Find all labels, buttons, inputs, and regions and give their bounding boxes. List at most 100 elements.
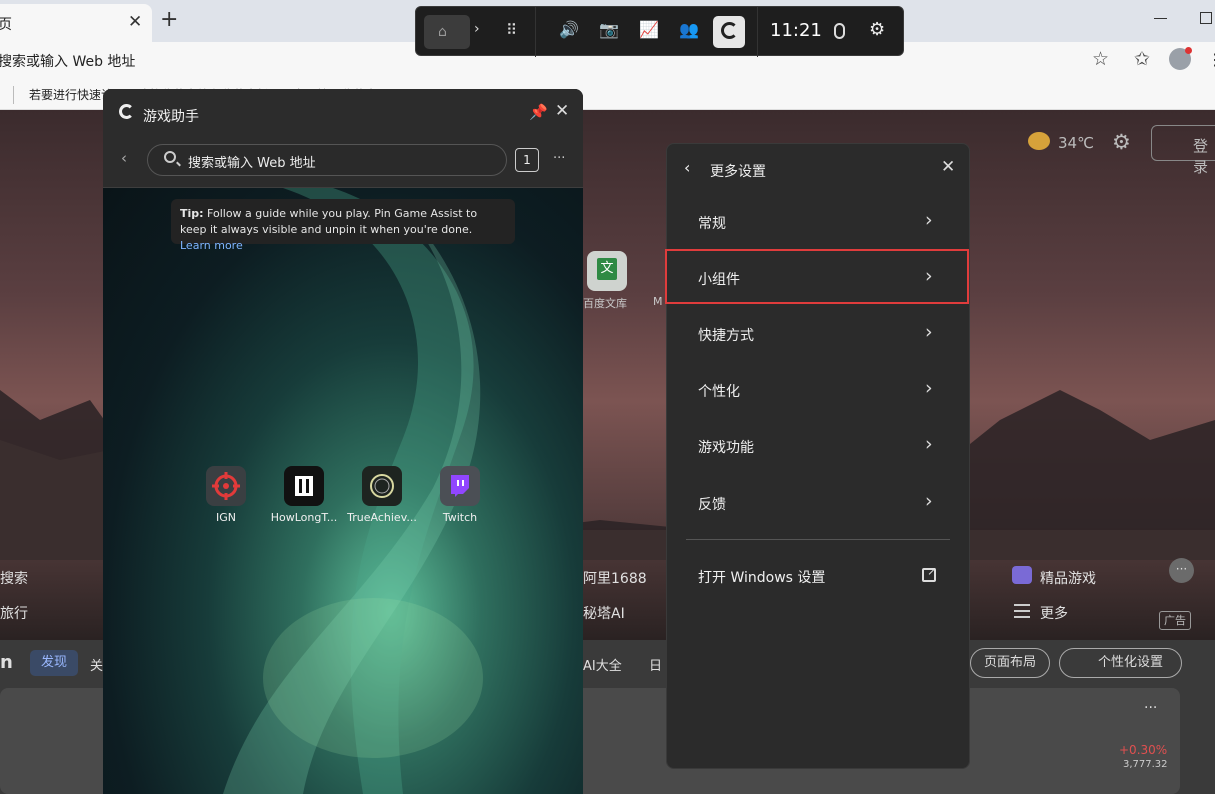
mouse-icon[interactable] (834, 23, 845, 39)
quick-link-meta-ai[interactable]: 秘塔AI (583, 603, 625, 623)
gamepad-icon (1012, 566, 1032, 584)
chevron-right-icon: › (925, 433, 933, 455)
weather-temperature[interactable]: 34℃ (1058, 134, 1094, 152)
camera-icon[interactable]: 📷 (599, 20, 619, 39)
home-widget-button[interactable]: ⌂ (424, 15, 470, 49)
settings-item-general[interactable]: 常规 › (667, 196, 971, 250)
open-windows-settings-label: 打开 Windows 设置 (698, 570, 826, 586)
settings-title: 更多设置 (710, 164, 766, 180)
settings-item-label: 快捷方式 (698, 328, 754, 344)
wenku-icon: 文 (597, 258, 617, 280)
star-icon[interactable]: ☆ (1092, 48, 1109, 70)
tip-label: Tip: (180, 207, 204, 220)
site-tile-twitch[interactable]: Twitch (422, 466, 498, 524)
divider (686, 539, 950, 540)
external-link-icon (922, 564, 937, 582)
page-settings-icon[interactable]: ⚙ (1112, 130, 1131, 154)
ad-badge: 广告 (1159, 611, 1191, 630)
edge-icon (721, 22, 738, 39)
settings-item-label: 反馈 (698, 497, 726, 513)
stock-more-icon[interactable]: ··· (1144, 700, 1157, 716)
close-icon[interactable]: ✕ (555, 101, 569, 121)
clock: 11:21 (770, 20, 822, 41)
login-label: 登录 (1193, 137, 1209, 176)
site-label: TrueAchiev... (347, 511, 417, 524)
quick-link-more[interactable]: 更多 (1040, 603, 1068, 623)
settings-item-feedback[interactable]: 反馈 › (667, 477, 971, 531)
quick-link-1688[interactable]: 阿里1688 (583, 568, 647, 588)
performance-icon[interactable]: 📈 (639, 20, 659, 39)
site-label: HowLongT... (270, 511, 338, 524)
quick-links-more-icon[interactable]: ··· (1169, 558, 1194, 583)
tab-count-button[interactable]: 1 (515, 148, 539, 172)
divider (535, 7, 536, 57)
chevron-right-icon: › (925, 377, 933, 399)
social-icon[interactable]: 👥 (679, 20, 699, 39)
search-icon (164, 151, 176, 163)
more-settings-panel: ‹ 更多设置 ✕ 常规 › 小组件 › 快捷方式 › 个性化 › 游戏功能 › … (665, 143, 971, 769)
maximize-button[interactable] (1200, 12, 1212, 24)
settings-gear-icon[interactable]: ⚙ (869, 19, 885, 40)
settings-item-gaming-features[interactable]: 游戏功能 › (667, 420, 971, 474)
weather-icon[interactable] (1028, 132, 1050, 150)
assist-header: 游戏助手 📌 ✕ ‹ 搜索或输入 Web 地址 1 ··· (103, 89, 583, 188)
settings-item-label: 个性化 (698, 384, 740, 400)
site-tile-howlongtobeat[interactable]: HowLongT... (266, 466, 342, 524)
tab-follow[interactable]: 关 (90, 655, 103, 674)
notification-dot (1185, 47, 1192, 54)
wallpaper-wave (223, 188, 483, 794)
divider (13, 86, 14, 104)
ign-icon (206, 466, 246, 506)
site-label: Twitch (442, 511, 478, 524)
site-tile-ign[interactable]: IGN (188, 466, 264, 524)
home-icon: ⌂ (438, 24, 447, 40)
quick-link-search[interactable]: 搜索 (0, 568, 28, 588)
twitch-icon (440, 466, 480, 506)
trueachievements-icon (362, 466, 402, 506)
browser-tab[interactable]: 页 ✕ (0, 4, 152, 42)
search-input[interactable]: 搜索或输入 Web 地址 (147, 144, 507, 176)
tip-text: Follow a guide while you play. Pin Game … (180, 207, 478, 236)
widget-menu-icon[interactable]: ⠿ (506, 21, 517, 39)
quick-link-travel[interactable]: 旅行 (0, 603, 28, 623)
learn-more-link[interactable]: Learn more (180, 239, 243, 252)
m-label: M (653, 295, 663, 308)
search-placeholder: 搜索或输入 Web 地址 (188, 156, 316, 171)
volume-icon[interactable]: 🔊 (559, 20, 579, 39)
chevron-right-icon: › (925, 321, 933, 343)
tab-daily[interactable]: 日 (649, 655, 662, 674)
settings-item-label: 游戏功能 (698, 440, 754, 456)
back-icon[interactable]: ‹ (684, 158, 690, 177)
settings-item-label: 常规 (698, 216, 726, 232)
chevron-right-icon: › (925, 209, 933, 231)
pin-icon[interactable]: 📌 (529, 103, 548, 121)
howlongtobeat-icon (284, 466, 324, 506)
site-tile-trueachievements[interactable]: TrueAchiev... (344, 466, 420, 524)
settings-item-personalization[interactable]: 个性化 › (667, 364, 971, 418)
personalize-button[interactable]: 个性化设置 (1059, 648, 1182, 678)
tab-ai[interactable]: AI大全 (583, 655, 622, 674)
feed-heading: n (0, 652, 13, 673)
tab-discover[interactable]: 发现 (30, 650, 78, 676)
quick-link-games[interactable]: 精品游戏 (1040, 568, 1096, 588)
back-icon[interactable]: ‹ (121, 149, 127, 167)
favorites-icon[interactable]: ✩ (1134, 48, 1150, 70)
page-layout-button[interactable]: 页面布局 (970, 648, 1050, 678)
address-input[interactable]: 搜索或输入 Web 地址 (0, 51, 135, 71)
settings-item-shortcuts[interactable]: 快捷方式 › (667, 308, 971, 362)
divider (757, 7, 758, 57)
chevron-right-icon[interactable]: › (474, 21, 480, 37)
stock-change: +0.30% (1119, 743, 1168, 757)
login-button[interactable]: 登录 (1151, 125, 1215, 176)
stock-value: 3,777.32 (1123, 759, 1168, 770)
more-icon[interactable]: ··· (553, 151, 565, 166)
minimize-button[interactable] (1154, 18, 1167, 19)
wenku-label: 百度文库 (583, 297, 627, 310)
tab-close-icon[interactable]: ✕ (128, 12, 142, 32)
tab-title: 页 (0, 17, 12, 33)
browser-menu-icon[interactable]: ⋮ (1207, 50, 1215, 69)
close-icon[interactable]: ✕ (941, 157, 955, 177)
new-tab-button[interactable]: + (160, 8, 178, 32)
edge-logo-icon (119, 104, 134, 119)
menu-icon (1014, 604, 1030, 622)
